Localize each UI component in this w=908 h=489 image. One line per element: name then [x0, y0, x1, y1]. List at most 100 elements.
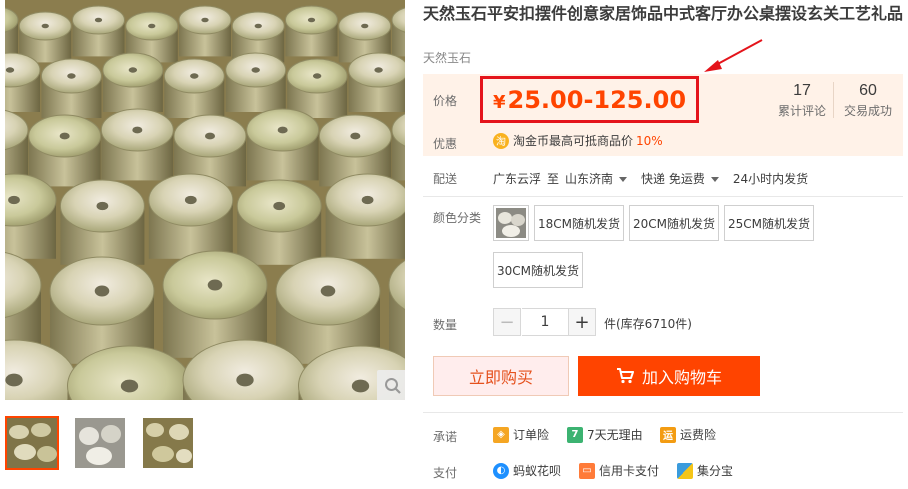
- disc-hole: [251, 67, 260, 73]
- service-label: 订单险: [513, 428, 550, 442]
- thumbnail-3[interactable]: [141, 416, 195, 470]
- price-highlight-frame: ¥25.00-125.00: [480, 76, 699, 123]
- stat-divider: [833, 82, 834, 118]
- disc-hole: [350, 132, 361, 140]
- annotation-arrow: [704, 39, 763, 72]
- disc-hole: [374, 67, 383, 73]
- disc-hole: [120, 379, 139, 393]
- quantity-input[interactable]: [522, 308, 568, 336]
- currency-symbol: ¥: [493, 92, 506, 113]
- price-panel: 价格 ¥25.00-125.00 17 累计评论 60 交易成功 优惠 淘 淘金…: [423, 74, 903, 156]
- thumbnail-image: [7, 418, 57, 468]
- disc-hole: [94, 285, 110, 297]
- sku-option-25cm[interactable]: 25CM随机发货: [724, 205, 814, 241]
- huabei-icon: ◐: [493, 462, 509, 479]
- promo-label: 优惠: [433, 137, 458, 151]
- disc-hole: [67, 73, 76, 79]
- sales-count-label: 交易成功: [843, 104, 892, 118]
- price-label: 价格: [433, 94, 458, 108]
- shipping-row: 配送 广东云浮 至 山东济南 快递 免运费 24小时内发货: [423, 168, 903, 188]
- ship-method: 快递 免运费: [641, 172, 705, 186]
- thumbnail-image: [143, 418, 193, 468]
- buy-now-button[interactable]: 立即购买: [433, 356, 569, 396]
- product-subtitle: 天然玉石: [423, 51, 472, 65]
- disc-hole: [201, 17, 209, 23]
- payment-huabei[interactable]: ◐ 蚂蚁花呗: [493, 462, 561, 479]
- service-seven-day-return[interactable]: 7 7天无理由: [567, 426, 643, 443]
- zoom-icon: [385, 378, 401, 394]
- disc-hole: [236, 373, 254, 387]
- thumbnail-1[interactable]: [5, 416, 59, 470]
- service-label: 运费险: [680, 428, 717, 442]
- payment-credit-card[interactable]: ▭ 信用卡支付: [579, 462, 659, 479]
- jifenbao-icon: [677, 462, 693, 479]
- thumbnail-2[interactable]: [73, 416, 127, 470]
- thumbnail-strip: [5, 416, 195, 470]
- disc-hole: [254, 23, 262, 29]
- disc-hole: [96, 201, 109, 211]
- disc-hole: [5, 373, 23, 387]
- ship-dispatch: 24小时内发货: [732, 172, 809, 186]
- seven-day-return-icon: 7: [567, 426, 583, 443]
- shipping-label: 配送: [433, 172, 458, 186]
- review-count-value: 17: [793, 82, 811, 99]
- divider: [423, 196, 903, 197]
- chevron-down-icon: [619, 177, 628, 182]
- payment-jifenbao[interactable]: 集分宝: [677, 462, 733, 479]
- quantity-label: 数量: [433, 318, 458, 332]
- order-insurance-icon: ◈: [493, 426, 509, 443]
- disc-hole: [320, 285, 336, 297]
- product-title: 天然玉石平安扣摆件创意家居饰品中式客厅办公桌摆设玄关工艺礼品: [423, 4, 904, 23]
- disc-hole: [204, 132, 216, 140]
- disc-hole: [312, 73, 322, 79]
- disc-hole: [5, 67, 15, 73]
- payment-option-label: 集分宝: [697, 464, 734, 478]
- quantity-increment-button[interactable]: +: [568, 308, 596, 336]
- sku-option-30cm[interactable]: 30CM随机发货: [493, 252, 583, 288]
- disc-hole: [351, 379, 370, 393]
- disc-hole: [207, 279, 223, 291]
- disc-hole: [190, 73, 199, 79]
- sales-count: 60 交易成功: [837, 82, 899, 119]
- disc-hole: [128, 67, 138, 73]
- review-count-label: 累计评论: [777, 104, 826, 118]
- service-label: 7天无理由: [587, 428, 643, 442]
- service-freight-insurance[interactable]: 运 运费险: [660, 426, 716, 443]
- ship-to: 至: [547, 172, 560, 186]
- price-range: 25.00-125.00: [507, 86, 687, 114]
- thumbnail-image: [75, 418, 125, 468]
- quantity-decrement-button[interactable]: −: [493, 308, 521, 336]
- divider: [423, 412, 903, 413]
- zoom-button[interactable]: [377, 370, 405, 400]
- sku-image-option[interactable]: [493, 205, 529, 241]
- payment-option-label: 信用卡支付: [599, 464, 660, 478]
- sku-option-20cm[interactable]: 20CM随机发货: [629, 205, 719, 241]
- sales-count-value: 60: [859, 82, 877, 99]
- add-to-cart-label: 加入购物车: [641, 368, 722, 387]
- chevron-down-icon: [710, 177, 719, 182]
- promo-text: 淘金币最高可抵商品价: [513, 134, 634, 148]
- jade-discs-photo: [5, 0, 405, 400]
- commitment-label: 承诺: [433, 430, 458, 444]
- sku-thumbnail: [496, 208, 526, 238]
- disc-hole: [59, 132, 70, 140]
- disc-hole: [94, 17, 103, 23]
- payment-option-label: 蚂蚁花呗: [513, 464, 562, 478]
- coin-icon: 淘: [493, 132, 509, 149]
- disc-hole: [277, 126, 288, 134]
- promo-percent: 10%: [636, 133, 663, 148]
- disc-hole: [184, 195, 197, 205]
- ship-destination-dropdown[interactable]: 山东济南: [565, 170, 635, 187]
- sku-option-18cm[interactable]: 18CM随机发货: [534, 205, 624, 241]
- review-count[interactable]: 17 累计评论: [771, 82, 833, 119]
- main-product-image[interactable]: [5, 0, 405, 400]
- stock-text: 件(库存6710件): [604, 317, 692, 331]
- add-to-cart-button[interactable]: 加入购物车: [578, 356, 760, 396]
- disc-hole: [8, 195, 20, 205]
- cart-icon: [616, 368, 634, 384]
- disc-hole: [132, 126, 143, 134]
- ship-method-dropdown[interactable]: 快递 免运费: [641, 170, 727, 187]
- ship-destination: 山东济南: [565, 172, 614, 186]
- disc-hole: [307, 17, 316, 23]
- service-order-insurance[interactable]: ◈ 订单险: [493, 426, 549, 443]
